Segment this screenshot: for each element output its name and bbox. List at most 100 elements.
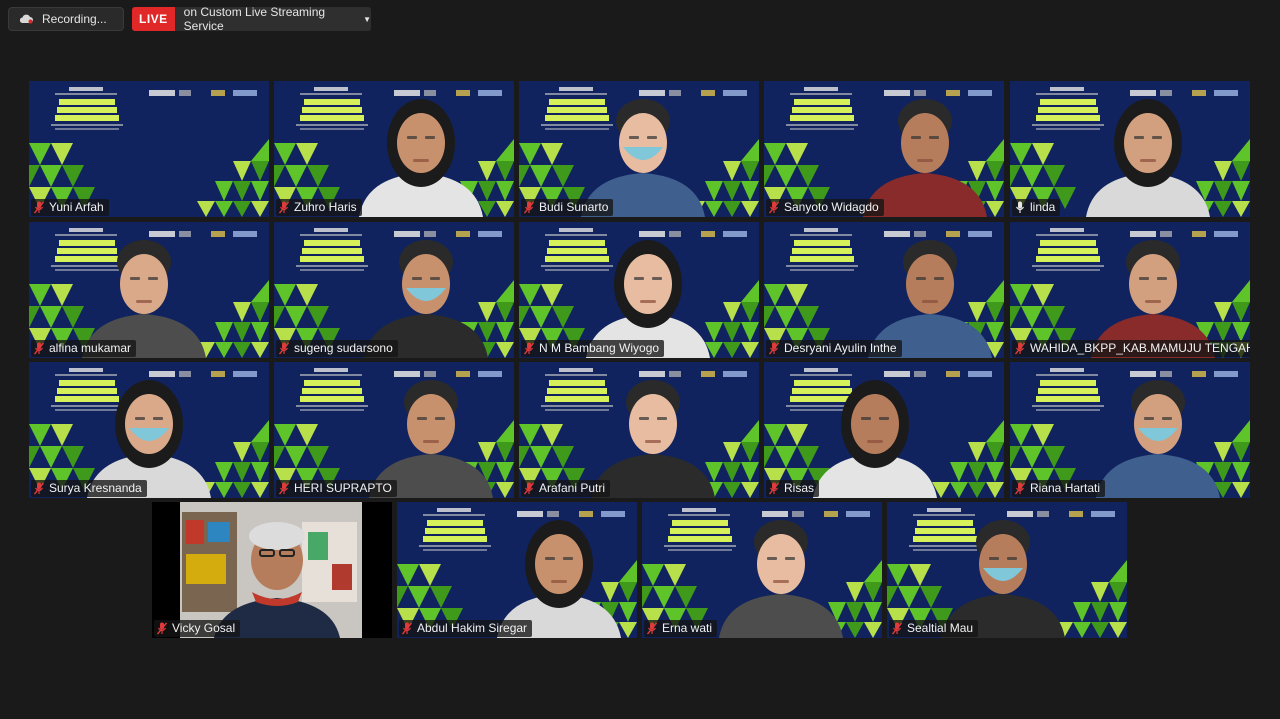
participant-name-label: linda xyxy=(1012,199,1061,216)
participant-name: HERI SUPRAPTO xyxy=(294,481,392,495)
participant-video xyxy=(359,99,483,217)
participant-video xyxy=(369,380,493,498)
participant-name: Zuhro Haris xyxy=(294,200,357,214)
mic-muted-icon xyxy=(157,622,167,635)
participant-name: WAHIDA_BKPP_KAB.MAMUJU TENGAH xyxy=(1030,341,1250,355)
participant-name-label: Erna wati xyxy=(644,620,718,637)
live-badge: LIVE xyxy=(132,7,175,31)
participant-tile[interactable]: Budi Sunarto xyxy=(519,81,759,217)
participant-name-label: Desryani Ayulin Inthe xyxy=(766,340,902,357)
mic-muted-icon xyxy=(279,201,289,214)
participant-name: Sealtial Mau xyxy=(907,621,974,635)
participant-name: linda xyxy=(1030,200,1056,214)
mic-muted-icon xyxy=(769,342,779,355)
participant-name: Desryani Ayulin Inthe xyxy=(784,341,897,355)
participant-name: Sanyoto Widagdo xyxy=(784,200,879,214)
participant-name: Budi Sunarto xyxy=(539,200,609,214)
participant-video xyxy=(497,520,621,638)
participant-video xyxy=(87,380,211,498)
mic-muted-icon xyxy=(769,201,779,214)
participant-video xyxy=(868,240,992,358)
participant-video xyxy=(1096,380,1220,498)
mic-muted-icon xyxy=(769,482,779,495)
participant-name: Arafani Putri xyxy=(539,481,606,495)
participant-tile[interactable]: Sealtial Mau xyxy=(887,502,1127,638)
participant-tile[interactable]: N M Bambang Wiyogo xyxy=(519,222,759,358)
participant-tile[interactable]: Arafani Putri xyxy=(519,362,759,498)
participant-name-label: Surya Kresnanda xyxy=(31,480,147,497)
virtual-background xyxy=(29,81,269,217)
recording-indicator[interactable]: Recording... xyxy=(8,7,124,31)
participant-tile[interactable]: Sanyoto Widagdo xyxy=(764,81,1004,217)
participant-name: N M Bambang Wiyogo xyxy=(539,341,660,355)
participant-tile[interactable]: linda xyxy=(1010,81,1250,217)
participant-name: Erna wati xyxy=(662,621,713,635)
participant-name-label: Riana Hartati xyxy=(1012,480,1106,497)
participant-video xyxy=(1091,240,1215,358)
participant-tile[interactable]: Yuni Arfah xyxy=(29,81,269,217)
recording-label: Recording... xyxy=(42,12,107,26)
participant-name-label: Abdul Hakim Siregar xyxy=(399,620,533,637)
mic-muted-icon xyxy=(1015,342,1025,355)
mic-muted-icon xyxy=(34,482,44,495)
participant-name-label: Risas xyxy=(766,480,820,497)
participant-name-label: N M Bambang Wiyogo xyxy=(521,340,665,357)
participant-tile[interactable]: Surya Kresnanda xyxy=(29,362,269,498)
virtual-background xyxy=(152,502,392,638)
participant-video xyxy=(1086,99,1210,217)
participant-name: sugeng sudarsono xyxy=(294,341,393,355)
mic-muted-icon xyxy=(647,622,657,635)
chevron-down-icon[interactable]: ▼ xyxy=(363,15,371,24)
participant-tile[interactable]: WAHIDA_BKPP_KAB.MAMUJU TENGAH xyxy=(1010,222,1250,358)
participant-name-label: alfina mukamar xyxy=(31,340,137,357)
participant-tile[interactable]: Vicky Gosal xyxy=(152,502,392,638)
mic-muted-icon xyxy=(34,201,44,214)
mic-muted-icon xyxy=(279,482,289,495)
participant-tile[interactable]: alfina mukamar xyxy=(29,222,269,358)
participant-name-label: Sealtial Mau xyxy=(889,620,979,637)
participant-tile[interactable]: Abdul Hakim Siregar xyxy=(397,502,637,638)
mic-muted-icon xyxy=(1015,482,1025,495)
participant-name: Vicky Gosal xyxy=(172,621,236,635)
cloud-icon xyxy=(18,14,34,24)
participant-video xyxy=(719,520,843,638)
participant-video xyxy=(581,99,705,217)
mic-muted-icon xyxy=(34,342,44,355)
participant-tile[interactable]: Risas xyxy=(764,362,1004,498)
participant-video xyxy=(941,520,1065,638)
participant-name: Surya Kresnanda xyxy=(49,481,142,495)
participant-video xyxy=(364,240,488,358)
mic-muted-icon xyxy=(402,622,412,635)
participant-name-label: Arafani Putri xyxy=(521,480,611,497)
participant-tile[interactable]: Riana Hartati xyxy=(1010,362,1250,498)
participant-name: Risas xyxy=(784,481,815,495)
participant-name: Abdul Hakim Siregar xyxy=(417,621,528,635)
participant-name: alfina mukamar xyxy=(49,341,132,355)
mic-muted-icon xyxy=(279,342,289,355)
participant-video xyxy=(813,380,937,498)
participant-video xyxy=(863,99,987,217)
participant-tile[interactable]: Erna wati xyxy=(642,502,882,638)
participant-video xyxy=(82,240,206,358)
participant-tile[interactable]: sugeng sudarsono xyxy=(274,222,514,358)
mic-icon xyxy=(1016,201,1024,213)
participant-name: Riana Hartati xyxy=(1030,481,1101,495)
participant-video xyxy=(586,240,710,358)
live-stream-menu[interactable]: LIVE on Custom Live Streaming Service ▼ xyxy=(132,5,371,33)
participant-name-label: HERI SUPRAPTO xyxy=(276,480,397,497)
participant-video xyxy=(591,380,715,498)
participant-name-label: sugeng sudarsono xyxy=(276,340,398,357)
participant-name-label: Zuhro Haris xyxy=(276,199,362,216)
participant-tile[interactable]: HERI SUPRAPTO xyxy=(274,362,514,498)
participant-name-label: Vicky Gosal xyxy=(154,620,241,637)
participant-tile[interactable]: Desryani Ayulin Inthe xyxy=(764,222,1004,358)
participant-tile[interactable]: Zuhro Haris xyxy=(274,81,514,217)
mic-muted-icon xyxy=(524,482,534,495)
participant-name: Yuni Arfah xyxy=(49,200,104,214)
mic-muted-icon xyxy=(524,342,534,355)
participant-name-label: Budi Sunarto xyxy=(521,199,614,216)
participant-name-label: Yuni Arfah xyxy=(31,199,109,216)
live-service-label: on Custom Live Streaming Service xyxy=(183,5,326,33)
meeting-top-bar: Recording... LIVE on Custom Live Streami… xyxy=(0,0,1280,40)
mic-muted-icon xyxy=(892,622,902,635)
